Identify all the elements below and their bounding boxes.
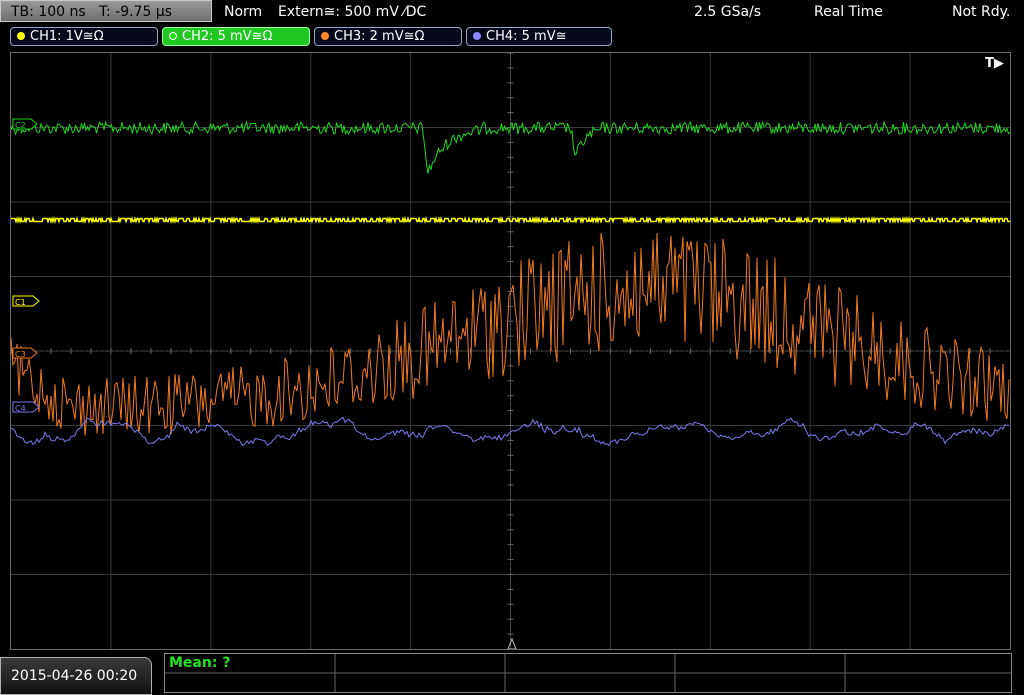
waveform-canvas: C2 C1 C3 C4 T▶	[10, 52, 1011, 650]
channel-3-label: CH3: 2 mV≅Ω	[334, 29, 425, 44]
channel-3-dot-icon	[321, 32, 329, 40]
channel-4-marker-label: C4	[15, 404, 26, 413]
channel-2-marker[interactable]: C2	[12, 118, 38, 130]
channel-1-marker[interactable]: C1	[12, 295, 40, 307]
channel-2-marker-label: C2	[15, 121, 26, 130]
trigger-source[interactable]: Extern≅: 500 mV ⁄DC	[278, 0, 426, 24]
acquisition-status: Not Rdy.	[952, 4, 1011, 20]
channel-1-tab[interactable]: CH1: 1V≅Ω	[10, 27, 158, 46]
channel-3-marker[interactable]: C3	[12, 347, 38, 359]
footer: 2015-04-26 00:20 Mean: ?	[0, 651, 1024, 695]
date-time: 2015-04-26 00:20	[0, 657, 152, 695]
channel-4-marker[interactable]: C4	[12, 401, 40, 413]
channel-bar: CH1: 1V≅Ω CH2: 5 mV≅Ω CH3: 2 mV≅Ω CH4: 5…	[0, 25, 1024, 49]
channel-4-dot-icon	[473, 32, 481, 40]
acquisition-mode: Real Time	[814, 4, 883, 20]
trigger-time-marker-icon[interactable]	[507, 637, 517, 650]
trigger-position-marker[interactable]: T▶	[985, 56, 1004, 71]
channel-3-marker-label: C3	[15, 350, 26, 359]
status-bar: TB: 100 ns T: -9.75 µs Norm Extern≅: 500…	[0, 0, 1024, 24]
trigger-mode[interactable]: Norm	[224, 0, 262, 24]
channel-4-tab[interactable]: CH4: 5 mV≅	[466, 27, 612, 46]
graticule	[10, 52, 1010, 650]
channel-2-dot-icon	[169, 32, 177, 40]
timebase-display[interactable]: TB: 100 ns T: -9.75 µs	[0, 0, 212, 22]
channel-1-label: CH1: 1V≅Ω	[30, 29, 104, 44]
waveform-display[interactable]: C2 C1 C3 C4 T▶	[10, 52, 1011, 650]
channel-2-label: CH2: 5 mV≅Ω	[182, 29, 273, 44]
channel-1-dot-icon	[17, 32, 25, 40]
measurement-table-grid	[165, 654, 1011, 692]
channel-4-label: CH4: 5 mV≅	[486, 29, 567, 44]
channel-1-marker-label: C1	[15, 298, 26, 307]
channel-3-tab[interactable]: CH3: 2 mV≅Ω	[314, 27, 462, 46]
measurement-panel[interactable]: Mean: ?	[164, 653, 1012, 693]
channel-2-tab[interactable]: CH2: 5 mV≅Ω	[162, 27, 310, 46]
sample-rate: 2.5 GSa/s	[694, 4, 762, 20]
